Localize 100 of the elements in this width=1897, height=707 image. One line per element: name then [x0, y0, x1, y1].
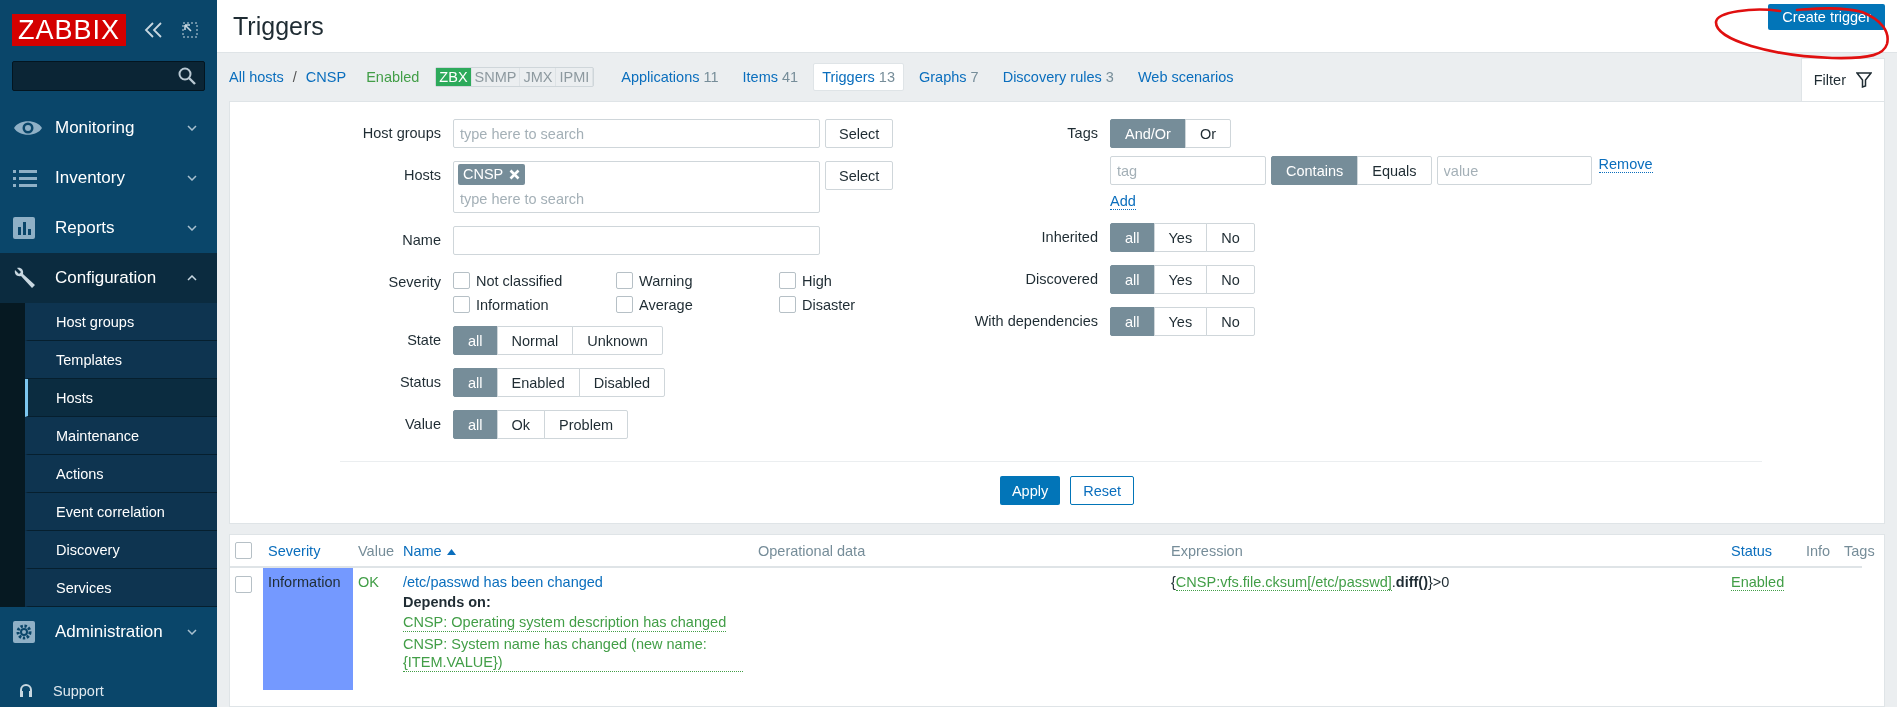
remove-icon — [509, 169, 521, 180]
host-tab[interactable]: Items 41 — [733, 63, 808, 91]
field-label: Name — [401, 231, 441, 250]
segment-option[interactable]: Problem — [544, 410, 629, 439]
create-trigger-button[interactable]: Create trigger — [1768, 4, 1885, 30]
submenu-item[interactable]: Actions — [25, 455, 217, 493]
breadcrumb-link[interactable]: CNSP — [305, 69, 347, 85]
trigger-name-link[interactable]: /etc/passwd has been changed — [403, 574, 603, 590]
checkbox-label: Not classified — [476, 272, 563, 289]
submenu-item[interactable]: Discovery — [25, 531, 217, 569]
checkbox[interactable] — [616, 272, 633, 289]
segment-option[interactable]: all — [453, 326, 498, 355]
checkbox[interactable] — [779, 272, 796, 289]
select-button[interactable]: Select — [825, 161, 894, 190]
column-header: Operational data — [758, 542, 866, 559]
filter-tab[interactable]: Filter — [1800, 58, 1885, 101]
dependency-link[interactable]: CNSP: System name has changed (new name: {ITEM.VALUE}) — [403, 635, 743, 672]
dependency-link[interactable]: CNSP: Operating system description has changed — [403, 613, 727, 632]
segment-option[interactable]: Normal — [496, 326, 574, 355]
segment-option[interactable]: all — [453, 410, 498, 439]
select-button[interactable]: Select — [825, 119, 894, 148]
host-tab[interactable]: Web scenarios — [1128, 63, 1243, 91]
tag-field[interactable]: tag — [1110, 156, 1266, 185]
segment-option[interactable]: Ok — [496, 410, 546, 439]
segment-option[interactable]: all — [1110, 223, 1155, 252]
menu-item[interactable]: Configuration — [0, 253, 217, 303]
submenu-item[interactable]: Hosts — [25, 379, 217, 417]
field-label: State — [406, 331, 441, 350]
segment-option[interactable]: Yes — [1153, 307, 1208, 336]
interface-badge: JMX — [520, 68, 557, 86]
segment-option[interactable]: Or — [1184, 119, 1232, 148]
chevron-down-icon — [187, 125, 197, 131]
submenu-item[interactable]: Host groups — [25, 303, 217, 341]
page-title: Triggers — [233, 11, 324, 41]
submenu-item[interactable]: Services — [25, 569, 217, 607]
segment-option[interactable]: Equals — [1357, 156, 1432, 185]
segment-option[interactable]: Contains — [1271, 156, 1359, 185]
column-header[interactable]: Name — [403, 542, 456, 559]
segment-option[interactable]: And/Or — [1110, 119, 1186, 148]
collapse-icon[interactable] — [144, 21, 165, 39]
segment-option[interactable]: No — [1206, 223, 1255, 252]
menu-item[interactable]: Administration — [0, 607, 217, 657]
status-link[interactable]: Enabled — [1731, 574, 1785, 591]
submenu-item[interactable]: Templates — [25, 341, 217, 379]
filter-icon — [1856, 72, 1872, 88]
add-link[interactable]: Add — [1110, 193, 1136, 210]
checkbox[interactable] — [616, 296, 633, 313]
list-icon — [13, 169, 37, 187]
menu-item[interactable]: Monitoring — [0, 103, 217, 153]
reset-button[interactable]: Reset — [1070, 476, 1135, 505]
multiselect-field[interactable]: type here to search — [453, 119, 820, 148]
support-link[interactable]: Support — [53, 683, 104, 699]
host-tab[interactable]: Triggers 13 — [813, 63, 904, 91]
menu-item[interactable]: Inventory — [0, 153, 217, 203]
segment-option[interactable]: Disabled — [578, 368, 666, 397]
segment-option[interactable]: No — [1206, 265, 1255, 294]
checkbox-label: Disaster — [802, 296, 856, 313]
segment-option[interactable]: all — [1110, 307, 1155, 336]
submenu-item[interactable]: Maintenance — [25, 417, 217, 455]
host-tab[interactable]: Discovery rules 3 — [993, 63, 1123, 91]
search-field[interactable] — [12, 61, 205, 91]
column-header[interactable]: Severity — [268, 542, 321, 559]
checkbox[interactable] — [235, 576, 252, 593]
field-label: Hosts — [402, 166, 441, 185]
field-label: Severity — [387, 273, 441, 292]
field-label: Value — [404, 415, 441, 434]
apply-button[interactable]: Apply — [999, 476, 1061, 505]
host-chip[interactable]: CNSP — [458, 164, 526, 185]
value-field[interactable]: value — [1436, 156, 1592, 185]
gear-icon — [13, 621, 35, 643]
breadcrumb-link[interactable]: All hosts — [229, 69, 284, 85]
segment-option[interactable]: Enabled — [496, 368, 580, 397]
checkbox[interactable] — [779, 296, 796, 313]
segment-option[interactable]: Yes — [1153, 223, 1208, 252]
name-field[interactable] — [453, 226, 820, 255]
checkbox[interactable] — [453, 272, 470, 289]
segment-option[interactable]: all — [1110, 265, 1155, 294]
checkbox[interactable] — [235, 541, 252, 559]
item-link[interactable]: CNSP:vfs.file.cksum[/etc/passwd] — [1175, 574, 1392, 591]
segment-option[interactable]: all — [453, 368, 498, 397]
segment-option[interactable]: Yes — [1153, 265, 1208, 294]
interface-badge: IPMI — [556, 68, 594, 86]
menu-item[interactable]: Reports — [0, 203, 217, 253]
submenu-item[interactable]: Event correlation — [25, 493, 217, 531]
chevron-down-icon — [187, 629, 197, 635]
segment-option[interactable]: Unknown — [572, 326, 663, 355]
bar-chart-icon — [13, 217, 35, 239]
column-header[interactable]: Status — [1731, 542, 1773, 559]
host-tab[interactable]: Applications 11 — [612, 63, 728, 91]
remove-link[interactable]: Remove — [1598, 156, 1653, 173]
column-header: Tags — [1844, 542, 1875, 559]
expand-icon[interactable] — [182, 22, 199, 38]
logo[interactable]: ZABBIX — [12, 14, 127, 46]
checkbox[interactable] — [453, 296, 470, 313]
multiselect-field[interactable]: CNSP type here to search — [453, 161, 820, 213]
segment-option[interactable]: No — [1206, 307, 1255, 336]
chevron-down-icon — [187, 225, 197, 231]
depends-label: Depends on: — [403, 594, 492, 610]
host-tab[interactable]: Graphs 7 — [910, 63, 988, 91]
field-label: Discovered — [1024, 270, 1098, 289]
